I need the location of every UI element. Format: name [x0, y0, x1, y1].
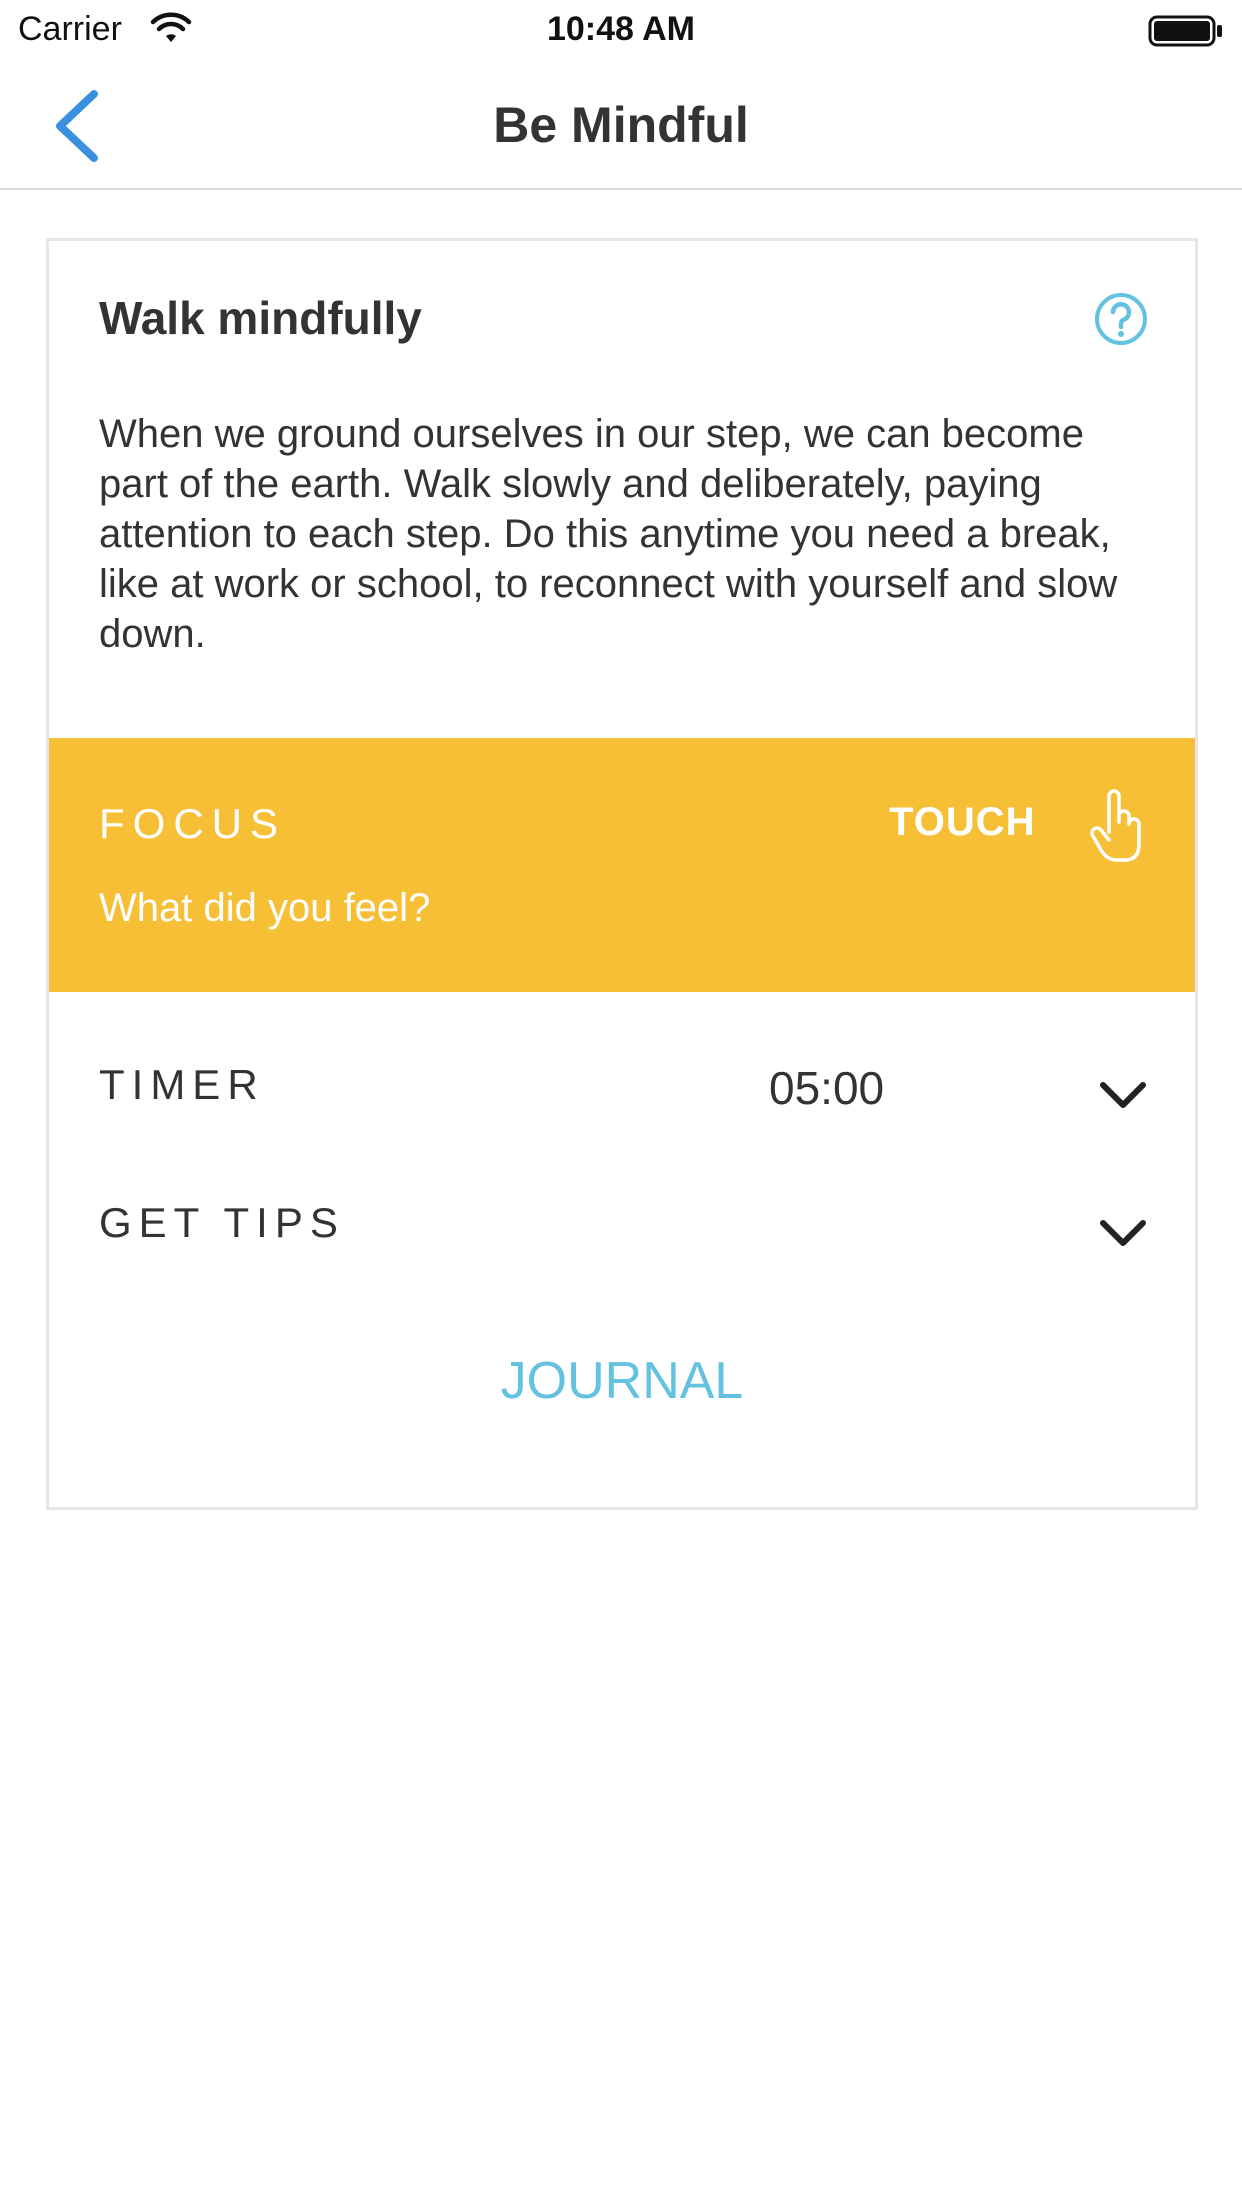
get-tips-label: GET TIPS [99, 1199, 345, 1246]
status-time: 10:48 AM [546, 10, 696, 48]
focus-prompt: What did you feel? [99, 886, 431, 930]
journal-button[interactable]: JOURNAL [49, 1351, 1195, 1411]
timer-label: TIMER [99, 1061, 265, 1108]
page-title: Be Mindful [493, 97, 749, 153]
card-title: Walk mindfully [99, 292, 422, 344]
question-circle-icon[interactable] [1093, 291, 1149, 347]
timer-value: 05:00 [769, 1062, 885, 1114]
chevron-down-icon[interactable] [1095, 1075, 1151, 1115]
focus-panel: FOCUS What did you feel? TOUCH [49, 738, 1195, 992]
navigation-bar: Be Mindful [0, 62, 1242, 190]
exercise-card: Walk mindfully When we ground ourselves … [46, 238, 1198, 1510]
battery-icon [1148, 15, 1222, 47]
status-bar: Carrier 10:48 AM [0, 0, 1242, 62]
touch-label: TOUCH [889, 800, 1036, 844]
focus-label: FOCUS [99, 800, 286, 847]
card-description: When we ground ourselves in our step, we… [99, 412, 1118, 656]
get-tips-row[interactable]: GET TIPS [49, 1181, 1195, 1281]
touch-button[interactable]: TOUCH [889, 788, 1179, 868]
timer-row[interactable]: TIMER 05:00 [49, 1041, 1195, 1141]
chevron-down-icon[interactable] [1095, 1213, 1151, 1253]
hand-pointer-icon [1090, 789, 1141, 862]
